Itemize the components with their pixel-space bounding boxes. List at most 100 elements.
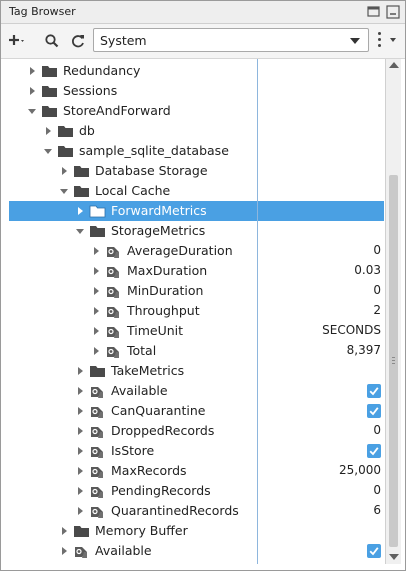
tree-row[interactable]: MaxDuration 0.03 [9,261,384,281]
folder-icon [58,126,73,137]
folder-icon [74,186,89,197]
tag-provider-dropdown[interactable]: System [93,28,369,52]
expand-arrow-icon[interactable] [75,426,85,436]
expand-arrow-icon[interactable] [27,66,37,76]
more-options-icon[interactable] [377,31,383,51]
tree-row[interactable]: ForwardMetrics [9,201,384,221]
tree-row[interactable]: MinDuration 0 [9,281,384,301]
tree-row-label: StoreAndForward [63,103,171,118]
tree-row[interactable]: IsStore [9,441,384,461]
tag-icon [75,547,87,558]
folder-icon [74,166,89,177]
folder-icon [74,526,89,537]
float-window-icon[interactable] [366,4,382,20]
refresh-icon[interactable] [69,32,87,50]
expand-arrow-icon[interactable] [75,506,85,516]
scroll-up-arrow-icon[interactable] [389,62,399,68]
check-icon [369,547,379,556]
expand-arrow-icon[interactable] [91,306,101,316]
tree-row-label: IsStore [111,443,155,458]
value-checkbox[interactable] [367,404,381,418]
tree-row[interactable]: QuarantinedRecords 6 [9,501,384,521]
expand-arrow-icon[interactable] [59,526,69,536]
value-checkbox[interactable] [367,444,381,458]
tree-row[interactable]: Available [9,541,384,561]
tree-row-label: Throughput [127,303,200,318]
expand-arrow-icon[interactable] [75,466,85,476]
tree-row-value: 25,000 [339,463,381,477]
tree-row[interactable]: Available [9,381,384,401]
value-checkbox[interactable] [367,384,381,398]
tree-row-label: Local Cache [95,183,171,198]
tree-row-value: SECONDS [322,323,381,337]
expand-arrow-icon[interactable] [75,206,85,216]
value-checkbox[interactable] [367,544,381,558]
tree-row-value: 0 [373,283,381,297]
expand-arrow-icon[interactable] [27,86,37,96]
folder-icon [90,226,105,237]
tree-row-value: 0 [373,483,381,497]
expand-arrow-icon[interactable] [91,346,101,356]
tree-row[interactable]: DroppedRecords 0 [9,421,384,441]
tree-row-value: 2 [373,303,381,317]
expand-arrow-icon[interactable] [91,266,101,276]
minimize-icon[interactable] [385,4,401,20]
tree-row[interactable]: Local Cache [9,181,384,201]
column-separator[interactable] [257,59,258,564]
tree-row[interactable]: Memory Buffer [9,521,384,541]
add-tag-icon[interactable] [7,32,25,50]
expand-arrow-icon[interactable] [91,326,101,336]
tree-row[interactable]: TakeMetrics [9,361,384,381]
vertical-scrollbar[interactable] [385,59,401,564]
chevron-down-icon [350,38,360,44]
tree-row-label: MinDuration [127,283,204,298]
scroll-down-arrow-icon[interactable] [389,554,399,560]
expand-arrow-icon[interactable] [75,406,85,416]
expand-arrow-icon[interactable] [75,366,85,376]
collapse-arrow-icon[interactable] [75,226,85,236]
tree-row[interactable]: AverageDuration 0 [9,241,384,261]
tree-row-label: Database Storage [95,163,208,178]
tree-row-label: QuarantinedRecords [111,503,239,518]
tag-icon [91,487,103,498]
tree-row-label: Total [127,343,157,358]
collapse-arrow-icon[interactable] [59,186,69,196]
tree-row-label: db [79,123,95,138]
scrollbar-thumb[interactable] [389,175,398,547]
expand-arrow-icon[interactable] [75,386,85,396]
tree-row-label: CanQuarantine [111,403,206,418]
tag-icon [107,327,119,338]
expand-arrow-icon[interactable] [59,166,69,176]
tree-row[interactable]: Total 8,397 [9,341,384,361]
tree-row[interactable]: TimeUnit SECONDS [9,321,384,341]
tree-row[interactable]: Database Storage [9,161,384,181]
tree-row[interactable]: StoreAndForward [9,101,384,121]
tree-row[interactable]: Throughput 2 [9,301,384,321]
tree-row[interactable]: MaxRecords 25,000 [9,461,384,481]
check-icon [369,387,379,396]
expand-arrow-icon[interactable] [75,446,85,456]
tree-row[interactable]: CanQuarantine [9,401,384,421]
tree-row[interactable]: StorageMetrics [9,221,384,241]
tree-row[interactable]: Redundancy [9,61,384,81]
tree-row[interactable]: Sessions [9,81,384,101]
tree-row-label: Memory Buffer [95,523,188,538]
expand-arrow-icon[interactable] [59,546,69,556]
expand-arrow-icon[interactable] [91,286,101,296]
more-options-arrow-icon[interactable] [390,38,396,42]
tree-row-label: DroppedRecords [111,423,215,438]
expand-arrow-icon[interactable] [75,486,85,496]
tree-row[interactable]: sample_sqlite_database [9,141,384,161]
search-icon[interactable] [43,32,61,50]
title-bar: Tag Browser [1,1,405,24]
tree-row-label: TakeMetrics [111,363,185,378]
expand-arrow-icon[interactable] [43,126,53,136]
tree-row-label: Available [111,383,168,398]
expand-arrow-icon[interactable] [91,246,101,256]
collapse-arrow-icon[interactable] [43,146,53,156]
collapse-arrow-icon[interactable] [27,106,37,116]
check-icon [369,447,379,456]
tag-provider-value: System [100,33,147,48]
tree-row[interactable]: db [9,121,384,141]
tree-row[interactable]: PendingRecords 0 [9,481,384,501]
